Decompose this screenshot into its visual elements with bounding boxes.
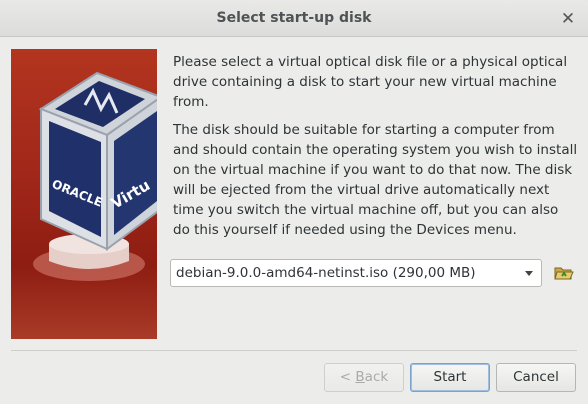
title-bar: Select start-up disk ✕ [0, 0, 588, 37]
cancel-button[interactable]: Cancel [496, 363, 576, 392]
description-area: Please select a virtual optical disk fil… [173, 52, 578, 240]
dialog-content: ORACLE Virtu Please select a virtual opt… [0, 37, 588, 404]
details-paragraph: The disk should be suitable for starting… [173, 122, 578, 238]
close-icon[interactable]: ✕ [558, 9, 578, 29]
back-button-rest: ack [364, 369, 389, 385]
start-button[interactable]: Start [410, 363, 490, 392]
intro-paragraph: Please select a virtual optical disk fil… [173, 54, 568, 110]
button-divider [11, 350, 577, 351]
back-button-mnemonic: B [355, 369, 365, 385]
back-button-prefix: < [339, 369, 356, 385]
window-title: Select start-up disk [216, 10, 372, 26]
virtualbox-logo-graphic: ORACLE Virtu [33, 71, 157, 281]
disk-select-dropdown[interactable]: debian-9.0.0-amd64-netinst.iso (290,00 M… [170, 259, 542, 287]
virtualbox-logo: ORACLE Virtu [11, 49, 157, 339]
disk-select-value: debian-9.0.0-amd64-netinst.iso (290,00 M… [176, 265, 476, 281]
folder-open-icon[interactable] [553, 262, 575, 284]
back-button[interactable]: < Back [324, 363, 404, 392]
chevron-down-icon [525, 271, 533, 276]
